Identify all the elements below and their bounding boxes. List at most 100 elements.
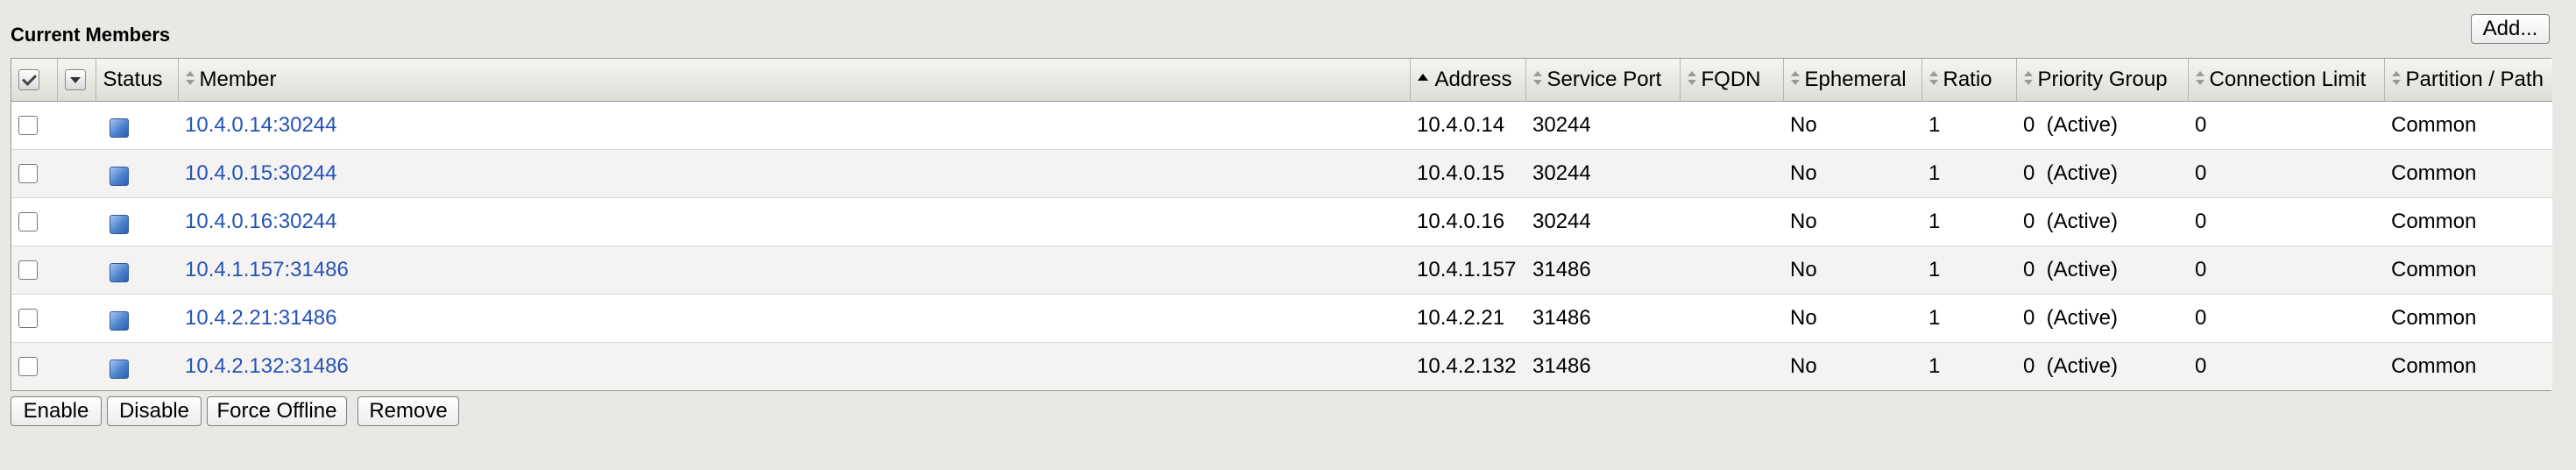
ratio-value: 1 <box>1928 112 1941 137</box>
service-port-value: 30244 <box>1532 209 1591 233</box>
cell-priority-group: 0 (Active) <box>2016 246 2188 295</box>
ephemeral-value: No <box>1790 305 1817 330</box>
sort-icon <box>1790 71 1800 86</box>
partition-path-value: Common <box>2391 305 2477 330</box>
cell-address: 10.4.2.132 <box>1410 342 1525 390</box>
cell-address: 10.4.0.16 <box>1410 197 1525 246</box>
select-all-header[interactable] <box>11 59 58 102</box>
member-link[interactable]: 10.4.1.157:31486 <box>185 258 349 281</box>
cell-member: 10.4.1.157:31486 <box>178 246 1410 295</box>
status-available-icon <box>110 360 129 380</box>
address-value: 10.4.0.14 <box>1417 112 1505 137</box>
member-link[interactable]: 10.4.2.132:31486 <box>185 354 349 378</box>
column-header-ratio-label: Ratio <box>1943 67 1992 91</box>
cell-address: 10.4.0.14 <box>1410 101 1525 150</box>
cell-member: 10.4.0.15:30244 <box>178 149 1410 198</box>
column-header-priority-group[interactable]: Priority Group <box>2016 59 2189 102</box>
status-available-icon <box>110 167 129 187</box>
status-cell <box>96 246 178 295</box>
cell-member: 10.4.0.14:30244 <box>178 101 1410 150</box>
column-header-status-label: Status <box>103 67 163 91</box>
cell-service-port: 30244 <box>1525 149 1680 198</box>
ephemeral-value: No <box>1790 160 1817 185</box>
cell-ratio: 1 <box>1921 101 2016 150</box>
column-header-connection-limit[interactable]: Connection Limit <box>2188 59 2385 102</box>
row-select-cell <box>11 149 57 198</box>
cell-member: 10.4.2.132:31486 <box>178 342 1410 390</box>
row-spacer-cell <box>57 246 96 295</box>
chevron-down-icon[interactable] <box>64 69 86 91</box>
cell-service-port: 31486 <box>1525 246 1680 295</box>
connection-limit-value: 0 <box>2195 112 2207 137</box>
column-header-service-port[interactable]: Service Port <box>1525 59 1681 102</box>
selection-menu-header[interactable] <box>57 59 96 102</box>
member-link[interactable]: 10.4.0.16:30244 <box>185 210 337 233</box>
row-checkbox[interactable] <box>18 357 38 377</box>
status-cell <box>96 294 178 343</box>
row-checkbox[interactable] <box>18 212 38 232</box>
column-header-address-label: Address <box>1434 67 1512 91</box>
cell-connection-limit: 0 <box>2188 342 2384 390</box>
select-all-checkbox[interactable] <box>18 69 39 91</box>
cell-address: 10.4.1.157 <box>1410 246 1525 295</box>
row-checkbox[interactable] <box>18 309 38 329</box>
table-body: 10.4.0.14:30244 10.4.0.14 30244 No 1 0 (Activ… <box>11 101 2552 390</box>
cell-priority-group: 0 (Active) <box>2016 149 2188 198</box>
table-row: 10.4.2.21:31486 10.4.2.21 31486 No 1 0 (Activ… <box>11 294 2552 343</box>
ephemeral-value: No <box>1790 209 1817 233</box>
address-value: 10.4.0.16 <box>1417 209 1505 233</box>
member-link[interactable]: 10.4.0.14:30244 <box>185 113 337 137</box>
cell-connection-limit: 0 <box>2188 197 2384 246</box>
column-header-fqdn-label: FQDN <box>1701 67 1761 91</box>
cell-service-port: 31486 <box>1525 294 1680 343</box>
cell-ratio: 1 <box>1921 197 2016 246</box>
row-spacer-cell <box>57 101 96 150</box>
table-row: 10.4.1.157:31486 10.4.1.157 31486 No 1 0 (Act… <box>11 246 2552 295</box>
column-header-member-label: Member <box>199 67 277 91</box>
add-member-button[interactable]: Add... <box>2471 14 2550 44</box>
table-header-row: Status Member Address Service Port FQDN … <box>11 59 2552 102</box>
cell-fqdn <box>1680 149 1783 198</box>
service-port-value: 31486 <box>1532 257 1591 281</box>
column-header-ephemeral[interactable]: Ephemeral <box>1783 59 1922 102</box>
column-header-partition-path[interactable]: Partition / Path <box>2384 59 2552 102</box>
address-value: 10.4.2.132 <box>1417 353 1517 378</box>
member-link[interactable]: 10.4.2.21:31486 <box>185 306 337 330</box>
table-row: 10.4.0.15:30244 10.4.0.15 30244 No 1 0 (Activ… <box>11 149 2552 198</box>
column-header-address[interactable]: Address <box>1410 59 1526 102</box>
column-header-ratio[interactable]: Ratio <box>1921 59 2017 102</box>
connection-limit-value: 0 <box>2195 305 2207 330</box>
sort-icon <box>2195 71 2204 86</box>
remove-button[interactable]: Remove <box>357 396 459 426</box>
sort-icon <box>1532 71 1542 86</box>
row-checkbox[interactable] <box>18 164 38 184</box>
priority-group-value: 0 (Active) <box>2023 305 2119 330</box>
cell-fqdn <box>1680 246 1783 295</box>
row-spacer-cell <box>57 149 96 198</box>
column-header-status[interactable]: Status <box>96 59 179 102</box>
cell-member: 10.4.0.16:30244 <box>178 197 1410 246</box>
status-available-icon <box>110 263 129 283</box>
cell-ratio: 1 <box>1921 342 2016 390</box>
cell-fqdn <box>1680 294 1783 343</box>
cell-ephemeral: No <box>1783 342 1921 390</box>
service-port-value: 31486 <box>1532 353 1591 378</box>
partition-path-value: Common <box>2391 257 2477 281</box>
column-header-member[interactable]: Member <box>178 59 1411 102</box>
enable-button[interactable]: Enable <box>11 396 102 426</box>
section-title: Current Members <box>11 24 171 46</box>
row-select-cell <box>11 342 57 390</box>
service-port-value: 30244 <box>1532 160 1591 185</box>
row-select-cell <box>11 294 57 343</box>
row-spacer-cell <box>57 342 96 390</box>
row-checkbox[interactable] <box>18 260 38 281</box>
force-offline-button[interactable]: Force Offline <box>207 396 347 426</box>
cell-member: 10.4.2.21:31486 <box>178 294 1410 343</box>
disable-button[interactable]: Disable <box>107 396 202 426</box>
cell-ratio: 1 <box>1921 149 2016 198</box>
row-checkbox[interactable] <box>18 116 38 136</box>
table-row: 10.4.2.132:31486 10.4.2.132 31486 No 1 0 (Act… <box>11 342 2552 390</box>
column-header-fqdn[interactable]: FQDN <box>1680 59 1784 102</box>
connection-limit-value: 0 <box>2195 160 2207 185</box>
member-link[interactable]: 10.4.0.15:30244 <box>185 161 337 185</box>
